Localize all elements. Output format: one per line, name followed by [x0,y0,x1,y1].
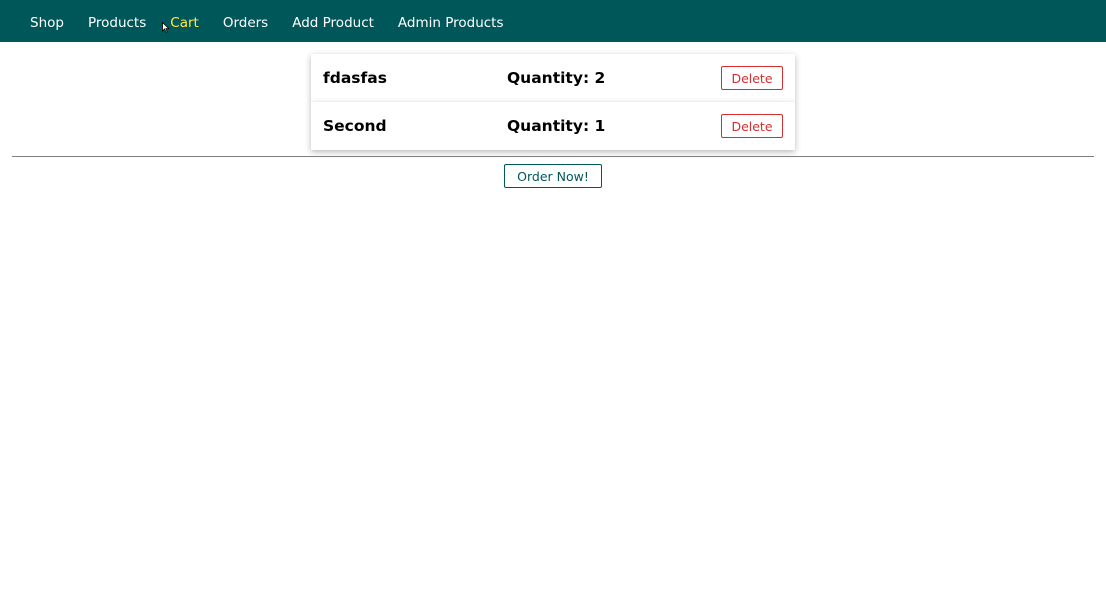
nav-item-cart[interactable]: Cart [170,15,199,31]
cart-item-title: fdasfas [323,69,387,87]
nav-item-add-product[interactable]: Add Product [292,15,374,31]
cart-item-quantity: Quantity: 2 [507,69,606,87]
divider [12,156,1094,157]
cart-item-title: Second [323,117,387,135]
cart-item: fdasfas Quantity: 2 Delete [311,54,795,102]
nav-item-products[interactable]: Products [88,15,146,31]
cart-item-quantity: Quantity: 1 [507,117,606,135]
nav-item-shop[interactable]: Shop [30,15,64,31]
nav-item-orders[interactable]: Orders [223,15,268,31]
nav-list: Shop Products Cart Orders Add Product Ad… [18,12,516,31]
mouse-cursor-icon [162,22,170,33]
cart-main: fdasfas Quantity: 2 Delete Second Quanti… [0,54,1106,188]
order-now-button[interactable]: Order Now! [504,164,602,188]
cart-list: fdasfas Quantity: 2 Delete Second Quanti… [311,54,795,150]
main-header: Shop Products Cart Orders Add Product Ad… [0,0,1106,42]
main-nav: Shop Products Cart Orders Add Product Ad… [18,12,516,31]
order-actions: Order Now! [0,164,1106,188]
delete-button[interactable]: Delete [721,114,783,138]
nav-item-admin-products[interactable]: Admin Products [398,15,504,31]
cart-item: Second Quantity: 1 Delete [311,102,795,150]
delete-button[interactable]: Delete [721,66,783,90]
